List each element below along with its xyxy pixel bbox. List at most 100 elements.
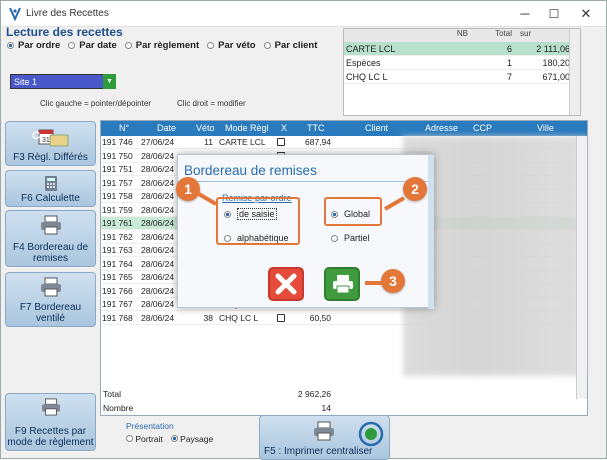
radio-par-date[interactable]: Par date [68,40,117,51]
col-date: Date [157,123,177,133]
summary-row-nb: 6 [506,43,512,54]
printer-icon [314,421,334,441]
cell-num: 191 758 [102,191,133,201]
summary-row-total: 2 111,06 [536,43,570,54]
callout-box-2 [324,197,382,226]
summary-row-label: CARTE LCL [346,43,396,54]
f6-calculette-button[interactable]: F6 Calculette [5,170,96,207]
site-select[interactable]: Site 1 ▼ [10,74,116,89]
presentation-label: Présentation [126,421,174,431]
callout-badge-1: 1 [176,177,200,201]
cell-num: 191 759 [102,204,133,215]
cancel-button[interactable] [268,267,304,301]
sidebar-label: F6 Calculette [21,193,80,204]
radio-dot [263,42,271,49]
title-bar: Livre des Recettes ─ ☐ ✕ [1,1,606,27]
radio-par-ordre[interactable]: Par ordre [7,40,60,51]
cell-num: 191 746 [102,137,133,147]
callout-badge-2: 2 [403,177,427,201]
radio-par-veto[interactable]: Par véto [207,40,256,51]
cell-num: 191 766 [102,285,133,296]
cell-veto: 38 [203,312,213,323]
site-select-value: Site 1 [14,77,38,87]
app-window: Livre des Recettes ─ ☐ ✕ Lecture des rec… [0,0,607,460]
cell-ttc: 60,50 [309,312,331,323]
sidebar-label: F3 Règl. Différés [13,152,88,163]
f9-recettes-mode-reglement-button[interactable]: F9 Recettes par mode de règlement [5,393,96,451]
f5-imprimer-centraliser-button[interactable]: F5 : Imprimer centraliser [259,415,390,460]
col-mode: Mode Règl [225,123,269,133]
summary-header: NB Total sur [344,29,580,42]
printer-icon [40,277,61,297]
row-checkbox[interactable] [277,138,285,146]
dialog-title: Bordereau de remises [184,163,317,178]
summary-row-total: 671,00 [542,71,570,82]
cell-ttc: 687,94 [305,137,331,147]
radio-label: Partiel [344,233,370,243]
f7-bordereau-ventile-button[interactable]: F7 Bordereau ventilé [5,272,96,327]
cell-date: 28/06/24 [141,204,175,215]
close-icon [275,273,297,295]
svg-text:31: 31 [42,137,50,144]
cell-num: 191 750 [102,150,133,161]
col-ville: Ville [537,123,554,133]
radio-dot [124,42,132,49]
summary-row[interactable]: CARTE LCL 6 2 111,06 [344,42,580,56]
sidebar-label: F7 Bordereau ventilé [19,302,82,324]
cell-num: 191 757 [102,177,133,188]
col-num: N° [119,123,130,133]
cell-num: 191 765 [102,272,133,282]
radio-portrait[interactable]: Portrait [126,434,163,444]
print-confirm-button[interactable] [324,267,360,301]
summary-row[interactable]: CHQ LC L 7 671,00 [344,70,580,84]
summary-row-nb: 7 [506,71,512,82]
chevron-down-icon[interactable]: ▼ [103,74,116,89]
cell-date: 28/06/24 [141,272,175,282]
f4-bordereau-remises-button[interactable]: F4 Bordereau de remises [5,210,96,267]
radio-label: Par véto [218,40,256,51]
cell-veto: 11 [204,137,213,147]
radio-label: Par règlement [135,40,200,51]
f3-regl-differes-button[interactable]: 31 C F3 Règl. Différés [5,121,96,166]
radio-label: Portrait [135,434,163,444]
sidebar-label: F9 Recettes par mode de règlement [7,426,94,448]
summary-row[interactable]: Espèces 1 180,20 [344,56,580,70]
summary-col-total: Total [495,29,512,38]
col-veto: Véto [196,123,215,133]
summary-scrollbar[interactable] [569,29,580,115]
col-client: Client [365,123,389,133]
summary-row-nb: 1 [506,57,512,68]
cell-date: 28/06/24 [141,218,175,228]
cell-date: 28/06/24 [141,245,175,255]
radio-par-reglement[interactable]: Par règlement [124,40,200,51]
table-scrollbar[interactable] [576,136,587,399]
toggle-ring-icon[interactable] [358,421,384,447]
cell-date: 28/06/24 [141,231,175,242]
summary-row-label: CHQ LC L [346,71,388,82]
row-checkbox[interactable] [277,313,285,322]
cell-mode: CARTE LCL [219,137,266,147]
radio-dot [68,42,76,49]
radio-partiel[interactable]: Partiel [331,233,370,243]
sidebar-label: F4 Bordereau de remises [12,242,89,264]
cell-num: 191 751 [102,164,133,174]
window-title: Livre des Recettes [26,8,109,19]
maximize-button[interactable]: ☐ [543,5,565,23]
cell-date: 28/06/24 [141,150,175,161]
cell-date: 27/06/24 [141,137,175,147]
count-label: Nombre [103,403,134,413]
callout-badge-3: 3 [381,269,405,293]
minimize-button[interactable]: ─ [514,5,536,23]
cell-date: 28/06/24 [141,312,175,323]
cell-mode: CHQ LC L [219,312,259,323]
hint-left-click: Clic gauche = pointer/dépointer [40,99,151,108]
f5-label: F5 : Imprimer centraliser [264,446,373,457]
radio-par-client[interactable]: Par client [263,40,317,51]
col-adresse: Adresse [425,123,459,133]
close-window-button[interactable]: ✕ [575,5,597,23]
summary-row-total: 180,20 [542,57,570,68]
radio-paysage[interactable]: Paysage [170,434,213,444]
summary-col-sur: sur [520,29,532,38]
printer-icon [333,275,353,294]
calendar-card-icon: 31C [32,129,68,147]
